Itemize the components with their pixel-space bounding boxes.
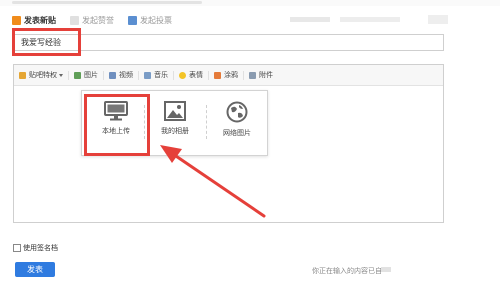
autosave-hint: 你正在输入的内容已自 <box>312 267 382 275</box>
signature-option[interactable]: 使用签名档 <box>13 243 58 253</box>
submit-button[interactable]: 发表 <box>15 262 55 277</box>
annotation-arrow <box>160 145 266 218</box>
signature-checkbox[interactable] <box>13 244 21 252</box>
signature-label: 使用签名档 <box>23 244 58 252</box>
blurred-text <box>381 267 391 272</box>
